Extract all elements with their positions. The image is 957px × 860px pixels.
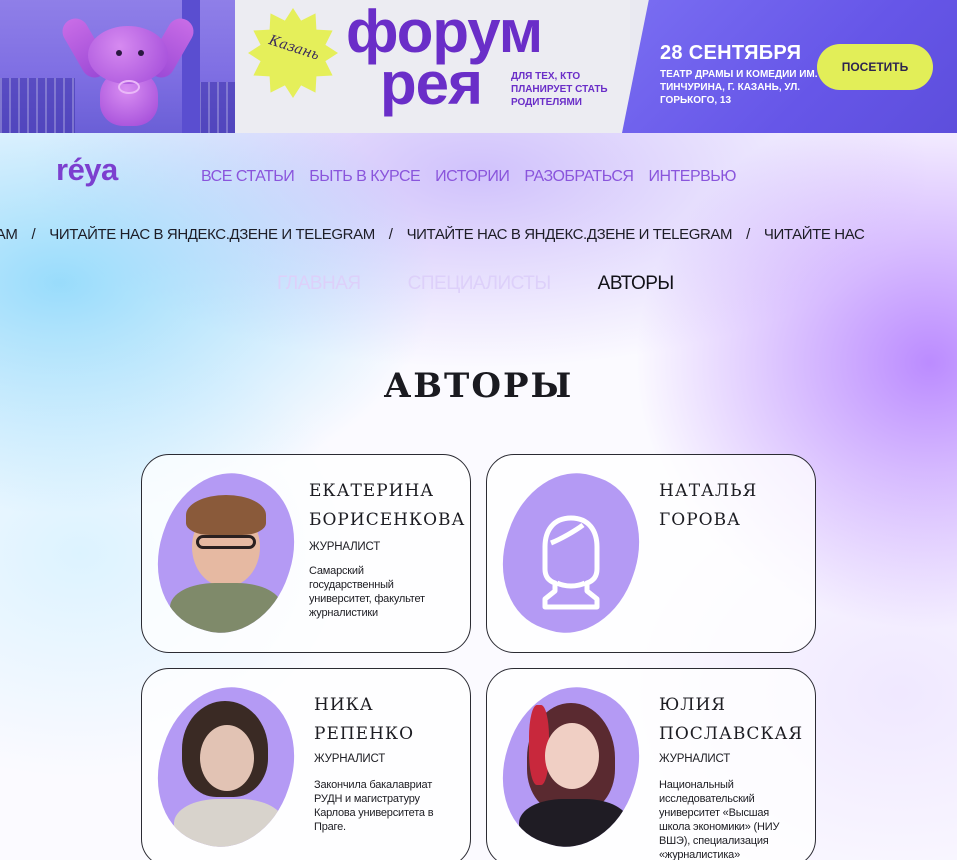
author-photo	[487, 670, 659, 860]
ticker-item: И TELEGRAM	[0, 226, 18, 243]
author-card[interactable]: НАТАЛЬЯ ГОРОВА	[486, 454, 816, 653]
banner-art-panel	[0, 0, 235, 133]
ticker-separator: /	[746, 226, 750, 243]
bunny-mascot-image	[57, 6, 199, 131]
ticker-item: ЧИТАЙТЕ НАС	[763, 226, 865, 243]
breadcrumb-current: АВТОРЫ	[597, 273, 675, 294]
author-photo	[142, 670, 314, 860]
social-ticker[interactable]: И TELEGRAM / ЧИТАЙТЕ НАС В ЯНДЕКС.ДЗЕНЕ И …	[0, 226, 957, 246]
author-photo	[142, 456, 314, 650]
nav-news[interactable]: БЫТЬ В КУРСЕ	[309, 168, 420, 186]
author-name[interactable]: ЕКАТЕРИНА БОРИСЕНКОВА	[309, 477, 464, 535]
building-illustration	[0, 78, 75, 133]
ticker-item: ЧИТАЙТЕ НАС В ЯНДЕКС.ДЗЕНЕ И TELEGRAM	[406, 226, 733, 243]
author-role: ЖУРНАЛИСТ	[659, 753, 731, 765]
author-card[interactable]: НИКА РЕПЕНКО ЖУРНАЛИСТ Закончила бакалав…	[141, 668, 471, 860]
person-silhouette-icon	[542, 515, 600, 610]
author-description: Закончила бакалавриат РУДН и магистратур…	[314, 779, 434, 833]
breadcrumb-home[interactable]: ГЛАВНАЯ	[277, 273, 361, 295]
main-nav: ВСЕ СТАТЬИ БЫТЬ В КУРСЕ ИСТОРИИ РАЗОБРАТ…	[201, 168, 736, 186]
author-role: ЖУРНАЛИСТ	[314, 753, 386, 765]
ticker-separator: /	[31, 226, 36, 243]
breadcrumb-specialists[interactable]: СПЕЦИАЛИСТЫ	[408, 273, 552, 295]
nav-explainers[interactable]: РАЗОБРАТЬСЯ	[524, 168, 634, 186]
forum-ad-banner[interactable]: Казань форум рея ДЛЯ ТЕХ, КТО ПЛАНИРУЕТ …	[0, 0, 957, 133]
author-card[interactable]: ЕКАТЕРИНА БОРИСЕНКОВА ЖУРНАЛИСТ Самарски…	[141, 454, 471, 653]
event-venue: ТЕАТР ДРАМЫ И КОМЕДИИ ИМ. ТИНЧУРИНА, Г. …	[660, 69, 818, 106]
author-description: Самарский государственный университет, ф…	[309, 565, 425, 619]
author-card[interactable]: ЮЛИЯ ПОСЛАВСКАЯ ЖУРНАЛИСТ Национальный и…	[486, 668, 816, 860]
site-logo[interactable]: réya	[56, 152, 146, 188]
author-description: Национальный исследовательский университ…	[659, 779, 780, 860]
ticker-item: ЧИТАЙТЕ НАС В ЯНДЕКС.ДЗЕНЕ И TELEGRAM	[49, 226, 375, 243]
author-name[interactable]: НИКА РЕПЕНКО	[314, 691, 464, 749]
forum-subtitle: ДЛЯ ТЕХ, КТО ПЛАНИРУЕТ СТАТЬ РОДИТЕЛЯМИ	[511, 71, 608, 108]
event-date: 28 СЕНТЯБРЯ	[660, 42, 802, 64]
nav-stories[interactable]: ИСТОРИИ	[435, 168, 510, 186]
breadcrumb: ГЛАВНАЯ СПЕЦИАЛИСТЫ АВТОРЫ	[277, 273, 674, 295]
ticker-track: И TELEGRAM / ЧИТАЙТЕ НАС В ЯНДЕКС.ДЗЕНЕ И …	[0, 226, 865, 243]
nav-interviews[interactable]: ИНТЕРВЬЮ	[648, 168, 736, 186]
visit-button[interactable]: ПОСЕТИТЬ	[817, 44, 933, 90]
author-name[interactable]: ЮЛИЯ ПОСЛАВСКАЯ	[659, 691, 809, 749]
ticker-separator: /	[388, 226, 393, 243]
page-title: АВТОРЫ	[383, 366, 574, 406]
author-photo-placeholder	[487, 456, 659, 650]
author-role: ЖУРНАЛИСТ	[309, 541, 381, 553]
author-name[interactable]: НАТАЛЬЯ ГОРОВА	[659, 477, 809, 535]
nav-all-articles[interactable]: ВСЕ СТАТЬИ	[201, 168, 295, 186]
